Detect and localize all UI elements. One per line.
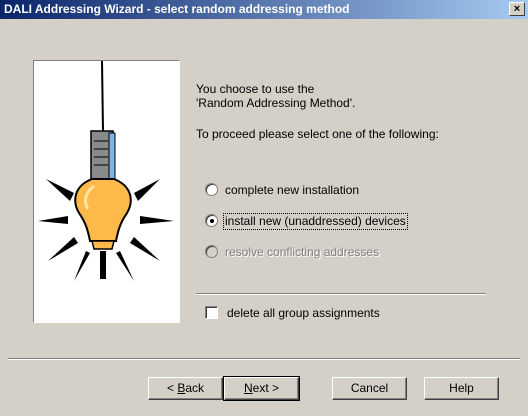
option-label-complete-new-installation: complete new installation [225, 183, 360, 197]
wizard-image-panel [33, 60, 180, 323]
intro-line-3: To proceed please select one of the foll… [196, 127, 439, 141]
option-label-resolve-conflicting-addresses: resolve conflicting addresses [225, 245, 380, 259]
delete-group-assignments-label: delete all group assignments [227, 306, 380, 320]
button-separator [8, 358, 520, 360]
delete-group-assignments-checkbox[interactable] [205, 306, 218, 319]
title-bar: DALI Addressing Wizard - select random a… [0, 0, 528, 19]
cancel-button[interactable]: Cancel [332, 377, 407, 400]
close-icon: × [513, 3, 521, 15]
radio-complete-new-installation[interactable] [205, 183, 218, 196]
option-label-install-new-devices: install new (unaddressed) devices [223, 213, 408, 230]
intro-line-2: 'Random Addressing Method'. [196, 96, 356, 110]
window-title: DALI Addressing Wizard - select random a… [4, 2, 350, 16]
help-button[interactable]: Help [424, 377, 499, 400]
next-button[interactable]: Next > [223, 376, 300, 401]
close-button[interactable]: × [509, 2, 525, 16]
radio-install-new-devices[interactable] [205, 214, 218, 227]
light-bulb-icon [38, 60, 174, 281]
intro-line-1: You choose to use the [196, 82, 315, 96]
radio-resolve-conflicting-addresses [205, 245, 218, 258]
options-separator [196, 293, 486, 295]
back-button[interactable]: < Back [148, 377, 223, 400]
